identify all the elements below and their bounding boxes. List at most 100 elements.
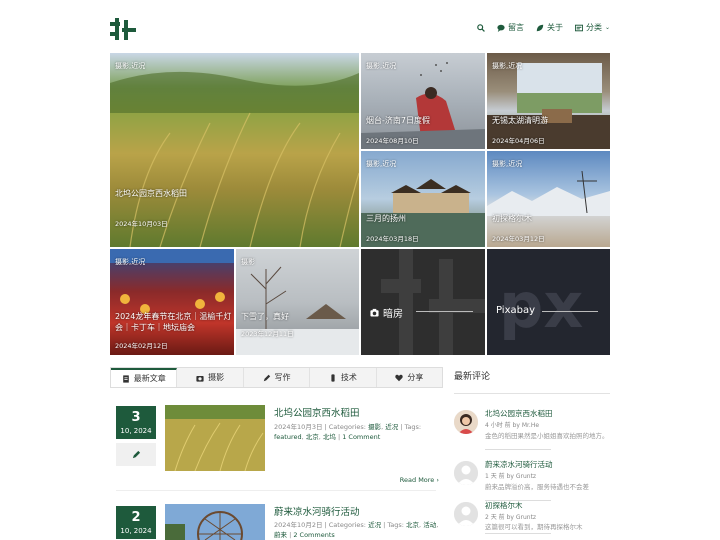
heart-icon: [395, 374, 404, 381]
post-date: 2023年12月11日: [241, 330, 294, 338]
logo-mark-icon: [110, 18, 136, 40]
sidebar-divider: [454, 393, 610, 394]
post-title-line2[interactable]: 会｜卡丁车｜地坛庙会: [115, 322, 195, 333]
tab-photography[interactable]: 摄影: [177, 368, 244, 387]
post-category[interactable]: 摄影: [241, 257, 255, 267]
featured-post-snow[interactable]: 摄影 下雪了，真好 2023年12月11日: [236, 249, 359, 355]
chevron-down-icon: ⌄: [604, 24, 610, 31]
tag-link[interactable]: 活动: [423, 521, 436, 529]
tags-prefix: | Tags:: [381, 521, 407, 529]
featured-post-wuxi[interactable]: 摄影,近况 无锡太湖清明游 2024年04月06日: [487, 53, 610, 149]
post-category[interactable]: 摄影,近况: [492, 159, 522, 169]
search-icon: [477, 23, 485, 32]
post-title-line1[interactable]: 2024龙年春节在北京｜温榆千灯: [115, 311, 231, 322]
default-avatar-icon: [454, 502, 478, 526]
folder-icon: [574, 24, 583, 31]
nav-about[interactable]: 关于: [536, 22, 563, 33]
post-title-link[interactable]: 蔚来凉水河骑行活动: [274, 504, 360, 518]
tag-link[interactable]: 北坞: [323, 433, 336, 441]
tech-icon: [331, 373, 335, 382]
tab-latest[interactable]: 最新文章: [111, 368, 178, 387]
featured-post-spring-festival[interactable]: 摄影,近况 2024龙年春节在北京｜温榆千灯 会｜卡丁车｜地坛庙会 2024年0…: [110, 249, 234, 355]
post-title[interactable]: 初探格尔木: [492, 213, 532, 224]
comment-by: by: [506, 473, 514, 480]
post-title[interactable]: 烟台-济南7日度假: [366, 115, 430, 126]
camera-icon: [196, 375, 204, 382]
nav-about-label: 关于: [546, 23, 563, 32]
sidebar-title: 最新评论: [454, 372, 491, 382]
comment-author: Gruntz: [515, 473, 537, 480]
tag-link[interactable]: 蔚来: [274, 531, 287, 539]
category-link[interactable]: 摄影: [368, 423, 381, 431]
featured-post-rice-field[interactable]: 摄影,近况 北坞公园京西水稻田 2024年10月03日: [110, 53, 359, 247]
tag-link[interactable]: featured: [274, 433, 302, 441]
post-title[interactable]: 下雪了，真好: [241, 311, 289, 322]
comment-time: 1 天 前: [485, 473, 505, 480]
tab-writing[interactable]: 写作: [244, 368, 311, 387]
post-category[interactable]: 摄影,近况: [115, 61, 145, 71]
featured-post-yangzhou[interactable]: 摄影,近况 三月的扬州 2024年03月18日: [361, 151, 485, 247]
avatar[interactable]: [454, 410, 478, 434]
post-meta: 2024年10月3日 | Categories: 摄影, 近况 | Tags: …: [274, 423, 422, 441]
comment-by: by: [512, 422, 520, 429]
default-avatar-icon: [454, 461, 478, 485]
tag-link[interactable]: 北京: [306, 433, 319, 441]
post-thumbnail[interactable]: [165, 504, 265, 540]
comment-excerpt: 这篇很可以看到，期待再探格尔木: [485, 523, 583, 531]
category-tile-darkroom[interactable]: 暗房: [361, 249, 485, 355]
comment-time: 4 小时 前: [485, 422, 511, 429]
nav-search[interactable]: [477, 23, 485, 32]
post-date: 2024年04月06日: [492, 137, 545, 145]
nav-guestbook[interactable]: 留言: [497, 22, 524, 33]
avatar[interactable]: [454, 502, 478, 526]
post-title[interactable]: 三月的扬州: [366, 213, 406, 224]
waterwheel-thumbnail: [165, 504, 265, 540]
post-title-link[interactable]: 北坞公园京西水稻田: [274, 405, 360, 419]
tab-share[interactable]: 分享: [377, 368, 442, 387]
tab-label: 分享: [407, 373, 424, 382]
tag-link[interactable]: 北京: [406, 521, 419, 529]
post-tabs: 最新文章 摄影 写作 技术 分享: [110, 367, 443, 388]
comments-link[interactable]: 1 Comment: [342, 433, 380, 441]
post-meta: 2024年10月2日 | Categories: 近况 | Tags: 北京, …: [274, 521, 439, 539]
post-category[interactable]: 摄影,近况: [492, 61, 522, 71]
featured-post-yantai[interactable]: 摄影,近况 烟台-济南7日度假 2024年08月10日: [361, 53, 485, 149]
post-list-item: 3 10, 2024 北坞公园京西水稻田 2024年10月3日 | Catego…: [110, 396, 443, 490]
post-title[interactable]: 无锡太湖清明游: [492, 115, 548, 126]
nav-categories-label: 分类: [585, 23, 602, 32]
comment-divider: [485, 449, 551, 450]
tags-prefix: | Tags:: [398, 423, 422, 431]
site-logo[interactable]: [110, 18, 136, 40]
comments-link[interactable]: 2 Comments: [293, 531, 334, 539]
post-category[interactable]: 摄影,近况: [366, 159, 396, 169]
category-link[interactable]: 近况: [368, 521, 381, 529]
post-month: 10, 2024: [120, 427, 152, 435]
comment-author: Mr.He: [521, 422, 540, 429]
read-more-link[interactable]: Read More ›: [400, 476, 439, 484]
edit-button[interactable]: [116, 443, 156, 466]
post-month: 10, 2024: [120, 527, 152, 535]
pixabay-label: Pixabay: [496, 305, 535, 316]
comment-post-link[interactable]: 北坞公园京西水稻田: [485, 408, 553, 419]
post-title[interactable]: 北坞公园京西水稻田: [115, 188, 187, 199]
category-link[interactable]: 近况: [385, 423, 398, 431]
comment-post-link[interactable]: 初探格尔木: [485, 500, 523, 511]
comment-post-link[interactable]: 蔚来凉水河骑行活动: [485, 459, 553, 470]
comment-excerpt: 金色的稻田果然是小姐姐喜欢拍照的地方。: [485, 432, 609, 440]
post-category[interactable]: 摄影,近况: [366, 61, 396, 71]
pen-icon: [263, 374, 270, 381]
comment-icon: [497, 24, 505, 32]
recent-comment-item: 初探格尔木 2 天 前 by Gruntz 这篇很可以看到，期待再探格尔木: [454, 500, 610, 540]
tab-label: 写作: [274, 373, 291, 382]
pixabay-logo-decoration: px: [499, 269, 583, 342]
tab-tech[interactable]: 技术: [310, 368, 377, 387]
nav-categories[interactable]: 分类 ⌄: [574, 22, 610, 33]
tab-label: 最新文章: [133, 374, 166, 383]
avatar[interactable]: [454, 461, 478, 485]
darkroom-logo-decoration: [381, 249, 485, 355]
camera-icon: [370, 308, 379, 317]
post-thumbnail[interactable]: [165, 405, 265, 471]
post-category[interactable]: 摄影,近况: [115, 257, 145, 267]
category-tile-pixabay[interactable]: px Pixabay: [487, 249, 610, 355]
featured-post-golmud[interactable]: 摄影,近况 初探格尔木 2024年03月12日: [487, 151, 610, 247]
